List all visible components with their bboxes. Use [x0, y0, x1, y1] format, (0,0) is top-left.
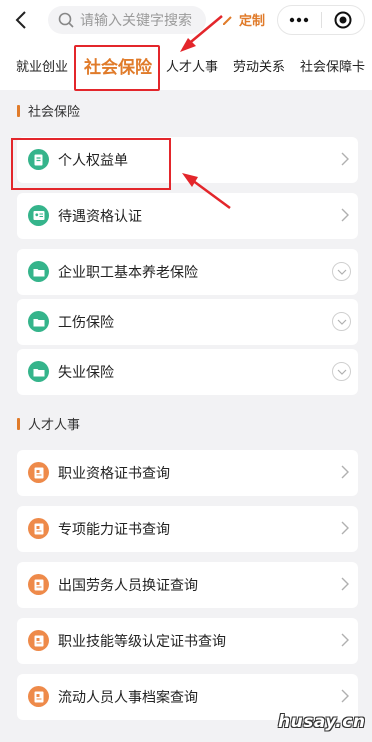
arrow-to-item: [182, 173, 231, 210]
annotation-arrows: [180, 15, 231, 210]
arrow-to-tab: [180, 15, 223, 52]
watermark: husay.cn: [278, 712, 366, 732]
